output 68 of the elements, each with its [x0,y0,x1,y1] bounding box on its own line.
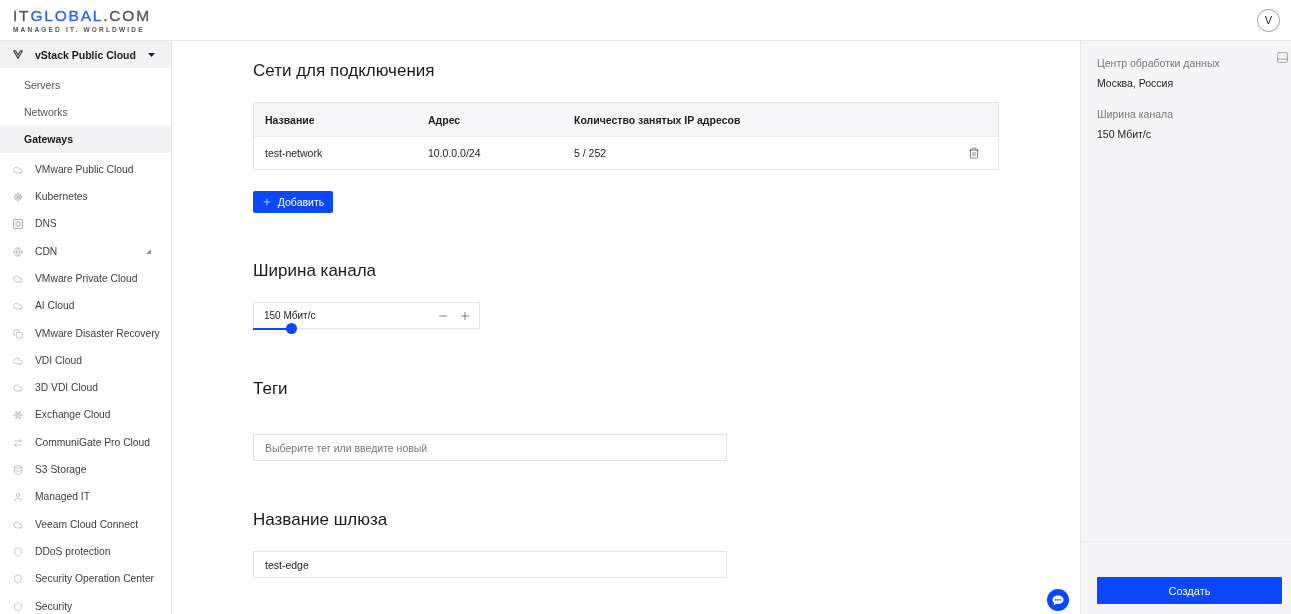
section-title: Сети для подключения [253,61,435,81]
snowflake-icon [13,410,23,421]
plus-icon [261,197,272,207]
sidebar-item[interactable]: DNS [0,210,171,239]
ship-wheel-icon [13,192,23,203]
table-cell: 5 / 252 [574,147,607,159]
arrows-icon [13,437,23,448]
sidebar-item[interactable]: AI Cloud [0,292,171,320]
field-label: Центр обработки данных [1097,56,1220,70]
logo-wordmark: ITGLOBAL.COM [13,7,151,23]
sidebar-group[interactable]: vStack Public Cloud [0,41,171,68]
table-cell: 10.0.0.0/24 [428,147,481,159]
sidebar-item[interactable]: 3D VDI Cloud [0,374,171,402]
gateway-name-input[interactable]: test-edge [253,551,727,578]
tags-input[interactable]: Выберите тег или введите новый [253,434,727,461]
cloud-icon [13,383,23,394]
chat-button[interactable] [1047,589,1069,611]
sidebar-item[interactable]: Security Operation Center [0,565,171,593]
sidebar-subitem[interactable]: Gateways [0,125,171,154]
square-icon [13,219,23,230]
cloud-icon [13,355,23,366]
column-header: Название [265,113,315,126]
sidebar-subitem[interactable]: Networks [0,98,171,126]
v-logo-icon [13,50,23,59]
sidebar-item[interactable]: Managed IT [0,483,171,512]
panel-icon[interactable] [1276,51,1289,64]
field-value: Москва, Россия [1097,76,1174,90]
sidebar-item[interactable]: Exchange Cloud [0,401,171,430]
table-cell: test-network [265,147,323,159]
plus-icon [459,309,471,322]
section-title: Ширина канала [253,261,377,281]
sidebar-item[interactable]: VDI Cloud [0,347,171,375]
sidebar-item[interactable]: Veeam Cloud Connect [0,511,171,539]
bandwidth-value: 150 Мбит/с [264,310,316,321]
slider-thumb[interactable] [286,323,298,334]
sidebar-subitem[interactable]: Servers [0,71,171,99]
sidebar-item[interactable]: CDN [0,238,171,266]
trash-icon[interactable] [968,147,980,159]
sidebar-item[interactable]: Kubernetes [0,183,171,211]
section-title: Название шлюза [253,510,388,530]
create-button[interactable]: Создать [1097,577,1282,604]
column-header: Адрес [428,113,461,126]
field-label: Ширина канала [1097,107,1174,121]
shield-icon [13,601,23,612]
cloud-icon [13,274,23,284]
avatar-button[interactable]: V [1257,8,1280,32]
field-value: 150 Мбит/с [1097,127,1152,141]
sidebar-item[interactable]: Security [0,592,171,614]
database-icon [13,465,23,476]
user-icon [13,492,23,503]
cloud-icon [13,164,23,175]
chat-icon [1052,594,1064,606]
sidebar-item[interactable]: DDoS protection [0,538,171,566]
cloud-icon [13,519,23,530]
sidebar-item[interactable]: VMware Disaster Recovery [0,319,171,348]
section-title: Теги [253,379,288,399]
column-header: Количество занятых IP адресов [574,113,741,126]
shield-icon [13,574,23,585]
add-button[interactable]: Добавить [253,191,333,213]
copy-icon [13,328,23,339]
sidebar-item[interactable]: VMware Public Cloud [0,156,171,184]
cloud-icon [13,301,23,312]
sidebar-item[interactable]: S3 Storage [0,456,171,484]
globe-icon [13,246,23,257]
shield-icon [13,546,23,557]
sidebar-item[interactable]: CommuniGate Pro Cloud [0,429,171,457]
increase-button[interactable] [459,309,471,322]
sidebar-item[interactable]: VMware Private Cloud [0,265,171,293]
